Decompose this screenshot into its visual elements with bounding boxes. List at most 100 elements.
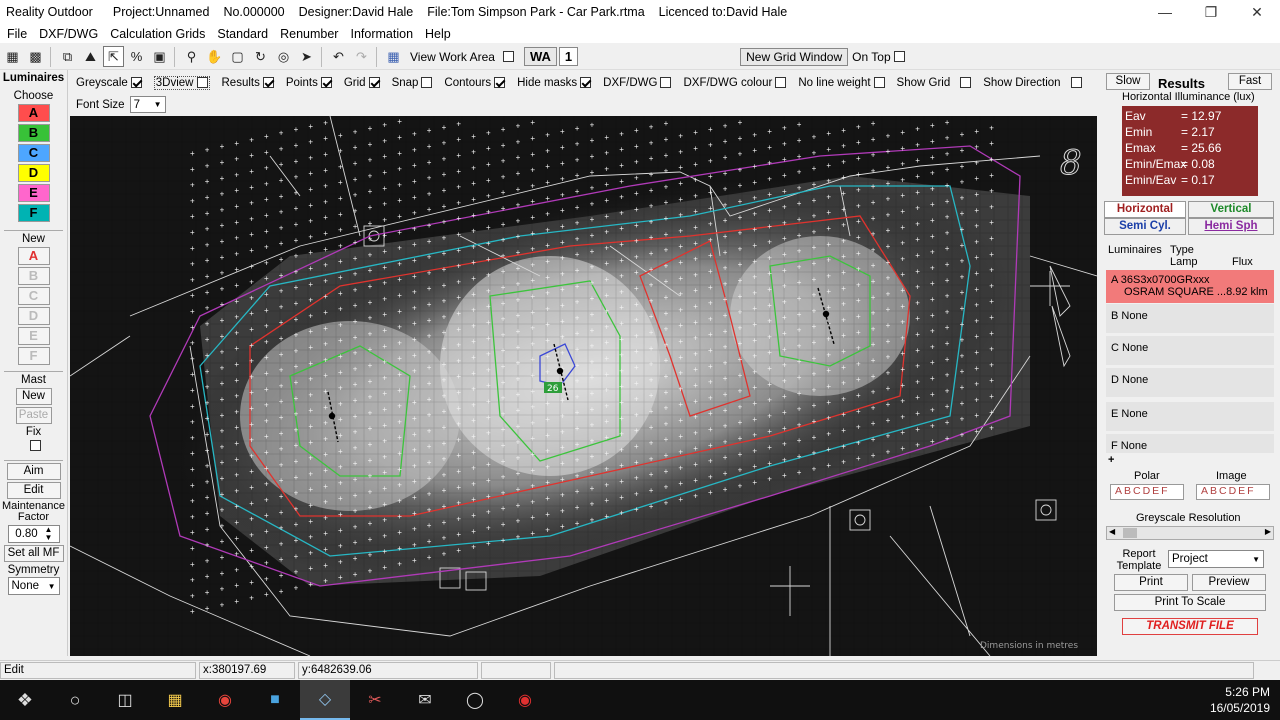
pointer-select-icon[interactable]: ⇱ — [103, 46, 124, 67]
calculate-icon[interactable]: ▣ — [149, 46, 170, 67]
slow-button[interactable]: Slow — [1106, 73, 1150, 90]
chrome-icon[interactable]: ◉ — [200, 680, 250, 720]
luminaire-row-f[interactable]: F None — [1106, 434, 1274, 454]
luminaire-row-c[interactable]: C None — [1106, 336, 1274, 366]
hide-masks-checkbox[interactable] — [580, 77, 592, 89]
luminaire-row-a[interactable]: A 36S3x0700GRxxx OSRAM SQUARE ...8.92 kl… — [1106, 270, 1274, 304]
target-icon[interactable]: ◎ — [273, 46, 294, 67]
minimize-icon[interactable]: — — [1142, 0, 1188, 24]
copy-icon[interactable]: ⧉ — [57, 46, 78, 67]
transmit-file-button[interactable]: TRANSMIT FILE — [1122, 618, 1258, 635]
luminaire-icon[interactable]: ⛰ — [80, 46, 101, 67]
reality-outdoor-icon[interactable]: ◇ — [300, 680, 350, 720]
snipping-tool-icon[interactable]: ✂ — [350, 680, 400, 720]
no-line-weight-checkbox[interactable] — [873, 77, 885, 89]
dxf-colour-checkbox[interactable] — [775, 77, 787, 89]
undo-icon[interactable]: ↶ — [328, 46, 349, 67]
zoom-extents-icon[interactable]: ▢ — [227, 46, 248, 67]
grid-checkbox[interactable] — [368, 77, 380, 89]
new-c-button[interactable]: C — [17, 287, 50, 305]
menu-file[interactable]: File — [7, 27, 27, 41]
menu-dxf[interactable]: DXF/DWG — [39, 27, 98, 41]
preview-button[interactable]: Preview — [1192, 574, 1266, 591]
wa-button[interactable]: WA — [523, 47, 557, 66]
calendar-grid-icon[interactable]: ▦ — [383, 46, 404, 67]
choose-a-button[interactable]: A — [17, 104, 50, 122]
results-checkbox[interactable] — [262, 77, 274, 89]
search-icon[interactable]: ○ — [50, 680, 100, 720]
chevron-down-icon[interactable]: ▼ — [1252, 555, 1260, 564]
fix-checkbox[interactable] — [29, 440, 41, 452]
task-view-icon[interactable]: ◫ — [100, 680, 150, 720]
contours-checkbox[interactable] — [494, 77, 506, 89]
choose-f-button[interactable]: F — [17, 204, 50, 222]
luminaire-row-d[interactable]: D None — [1106, 368, 1274, 398]
new-a-button[interactable]: A — [17, 247, 50, 265]
chevron-down-icon[interactable]: ▼ — [48, 582, 56, 591]
image-selector[interactable]: ABCDEF — [1196, 484, 1270, 500]
percent-icon[interactable]: % — [126, 46, 147, 67]
view-work-area-checkbox[interactable] — [502, 51, 514, 62]
dxf-checkbox[interactable] — [660, 77, 672, 89]
new-file-icon[interactable]: ▦ — [2, 46, 23, 67]
print-to-scale-button[interactable]: Print To Scale — [1114, 594, 1266, 611]
menu-renumber[interactable]: Renumber — [280, 27, 338, 41]
menu-standard[interactable]: Standard — [217, 27, 268, 41]
scroll-thumb[interactable] — [1123, 528, 1137, 538]
greyscale-checkbox[interactable] — [130, 77, 142, 89]
fast-button[interactable]: Fast — [1228, 73, 1272, 90]
tab-horizontal[interactable]: Horizontal — [1104, 201, 1186, 218]
obs-icon[interactable]: ◯ — [450, 680, 500, 720]
recorder-icon[interactable]: ◉ — [500, 680, 550, 720]
close-icon[interactable]: ✕ — [1234, 0, 1280, 24]
new-e-button[interactable]: E — [17, 327, 50, 345]
mast-new-button[interactable]: New — [15, 388, 52, 405]
windows-start-icon[interactable]: ❖ — [0, 680, 50, 720]
threed-checkbox[interactable] — [196, 77, 208, 89]
greyscale-resolution-scrollbar[interactable]: ◀ ▶ — [1106, 526, 1274, 540]
new-grid-window-button[interactable]: New Grid Window — [740, 47, 849, 66]
app-ruler-icon[interactable]: ■ — [250, 680, 300, 720]
wa-number[interactable]: 1 — [558, 47, 579, 66]
menu-information[interactable]: Information — [350, 27, 413, 41]
restore-icon[interactable]: ❐ — [1188, 0, 1234, 24]
pan-hand-icon[interactable]: ✋ — [204, 46, 225, 67]
font-size-select[interactable]: 7 — [134, 99, 140, 111]
show-direction-checkbox[interactable] — [1070, 77, 1082, 89]
chevron-down-icon[interactable]: ▼ — [154, 100, 162, 109]
new-d-button[interactable]: D — [17, 307, 50, 325]
paste-button[interactable]: Paste — [15, 407, 52, 424]
print-button[interactable]: Print — [1114, 574, 1188, 591]
menu-calculation-grids[interactable]: Calculation Grids — [110, 27, 205, 41]
choose-b-button[interactable]: B — [17, 124, 50, 142]
new-f-button[interactable]: F — [17, 347, 50, 365]
choose-d-button[interactable]: D — [17, 164, 50, 182]
luminaire-row-e[interactable]: E None — [1106, 402, 1274, 432]
on-top-checkbox[interactable] — [893, 51, 905, 62]
tab-semi-cyl[interactable]: Semi Cyl. — [1104, 218, 1186, 235]
polar-selector[interactable]: ABCDEF — [1110, 484, 1184, 500]
maintenance-factor-input[interactable]: 0.80 — [9, 528, 45, 540]
aim-button[interactable]: Aim — [6, 463, 61, 480]
show-grid-checkbox[interactable] — [960, 77, 972, 89]
spinner-icon[interactable]: ▲ ▼ — [45, 526, 53, 542]
edit-button[interactable]: Edit — [6, 482, 61, 499]
rotate-icon[interactable]: ↻ — [250, 46, 271, 67]
scroll-left-icon[interactable]: ◀ — [1109, 527, 1115, 536]
choose-c-button[interactable]: C — [17, 144, 50, 162]
illuminance-plot[interactable]: + + + + + + + + + ++ + + + + + + + + + + + + + ++ + + + + + + + + + + + + + +… — [70, 116, 1097, 656]
snap-checkbox[interactable] — [421, 77, 433, 89]
add-luminaire-icon[interactable]: + — [1108, 454, 1114, 466]
symmetry-select[interactable]: None — [12, 580, 40, 592]
redo-icon[interactable]: ↷ — [351, 46, 372, 67]
scroll-right-icon[interactable]: ▶ — [1265, 527, 1271, 536]
points-checkbox[interactable] — [320, 77, 332, 89]
luminaire-row-b[interactable]: B None — [1106, 304, 1274, 334]
mail-icon[interactable]: ✉ — [400, 680, 450, 720]
new-b-button[interactable]: B — [17, 267, 50, 285]
set-all-mf-button[interactable]: Set all MF — [3, 545, 64, 562]
choose-e-button[interactable]: E — [17, 184, 50, 202]
tab-hemi-sph[interactable]: Hemi Sph — [1188, 218, 1274, 235]
file-explorer-icon[interactable]: ▦ — [150, 680, 200, 720]
zoom-icon[interactable]: ⚲ — [181, 46, 202, 67]
